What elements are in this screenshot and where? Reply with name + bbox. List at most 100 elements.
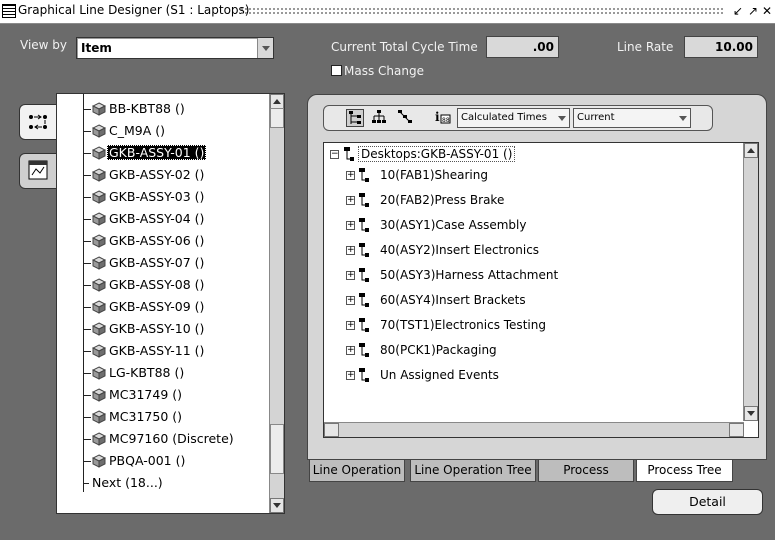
tree-diagonal-icon[interactable] (396, 109, 414, 127)
list-item-label: GKB-ASSY-09 () (109, 299, 205, 314)
minimize-restore-icon[interactable]: ↙ (731, 4, 745, 18)
view-by-label: View by (20, 38, 68, 52)
diagram-icon (28, 160, 48, 180)
tree-connector (83, 351, 91, 352)
detail-button[interactable]: Detail (652, 489, 763, 515)
tree-connector (83, 373, 91, 374)
tree-connector (83, 153, 91, 154)
mass-change-label: Mass Change (344, 64, 424, 78)
tab-line-operation[interactable]: Line Operation (309, 460, 405, 482)
tree-child-node[interactable]: +30(ASY1)Case Assembly (346, 216, 646, 236)
scroll-down-icon[interactable] (744, 406, 758, 421)
tree-horizontal-icon[interactable] (370, 109, 388, 127)
view-by-select[interactable]: Item (76, 37, 274, 59)
process-tree[interactable]: − Desktops:GKB-ASSY-01 () +10(FAB1)Shear… (323, 142, 759, 438)
tree-connector (83, 307, 91, 308)
operation-node-icon (359, 218, 369, 232)
tab-graph-view[interactable] (19, 153, 57, 189)
tree-connector (83, 219, 91, 220)
scroll-thumb-top[interactable] (270, 108, 284, 128)
scroll-thumb[interactable] (270, 424, 284, 474)
tree-connector (83, 175, 91, 176)
info-icon[interactable]: i 88 (434, 109, 452, 127)
list-item-label: GKB-ASSY-07 () (109, 255, 205, 270)
tree-connector (83, 285, 91, 286)
scroll-right-icon[interactable] (729, 423, 744, 437)
operation-node-icon (359, 243, 369, 257)
tab-process-tree[interactable]: Process Tree (636, 460, 733, 482)
list-item-label: LG-KBT88 () (109, 365, 185, 380)
list-item-label: GKB-ASSY-08 () (109, 277, 205, 292)
expand-icon[interactable]: + (346, 371, 355, 380)
list-item-label: PBQA-001 () (109, 453, 186, 468)
tab-process[interactable]: Process (538, 460, 634, 482)
list-item-label: GKB-ASSY-03 () (109, 189, 205, 204)
close-icon[interactable]: ✕ (760, 4, 774, 18)
item-list-scrollbar[interactable] (269, 94, 284, 513)
tree-root-node[interactable]: − Desktops:GKB-ASSY-01 () (328, 145, 578, 165)
item-cube-icon (92, 300, 106, 314)
operation-node-icon (359, 193, 369, 207)
cycle-time-field[interactable]: .00 (486, 36, 559, 58)
list-item-label: GKB-ASSY-02 () (109, 167, 205, 182)
tree-child-node[interactable]: +60(ASY4)Insert Brackets (346, 291, 646, 311)
expand-icon[interactable]: + (346, 296, 355, 305)
operation-node-icon (359, 368, 369, 382)
chevron-down-icon (558, 116, 566, 121)
tree-node-label: 70(TST1)Electronics Testing (380, 318, 546, 332)
tab-label: Process (563, 463, 609, 477)
chevron-down-icon[interactable] (257, 38, 273, 58)
list-item-label: GKB-ASSY-04 () (109, 211, 205, 226)
tab-label: Process Tree (647, 463, 722, 477)
tree-vertical-icon[interactable] (346, 109, 364, 127)
item-list-panel[interactable]: BB-KBT88 () C_M9A () GKB-ASSY-01 () GKB-ASS… (56, 93, 285, 514)
tree-node-label: 50(ASY3)Harness Attachment (380, 268, 559, 282)
tree-node-label: 10(FAB1)Shearing (380, 168, 488, 182)
process-tree-panel: i 88 Calculated Times Current − Desktops:… (307, 94, 767, 460)
tree-connector (83, 483, 89, 484)
tree-horizontal-scrollbar[interactable] (324, 422, 744, 437)
tree-vertical-scrollbar[interactable] (743, 143, 758, 421)
expand-icon[interactable]: + (346, 221, 355, 230)
operation-node-icon (359, 268, 369, 282)
tree-node-label: 60(ASY4)Insert Brackets (380, 293, 526, 307)
list-item-label: C_M9A () (109, 123, 165, 138)
tree-child-node[interactable]: +10(FAB1)Shearing (346, 166, 646, 186)
tree-child-node[interactable]: + Un Assigned Events (346, 366, 646, 386)
expand-icon[interactable]: + (346, 171, 355, 180)
item-cube-icon (92, 278, 106, 292)
scroll-down-icon[interactable] (270, 498, 284, 513)
tree-connector (83, 395, 91, 396)
tab-line-operation-tree[interactable]: Line Operation Tree (410, 460, 536, 482)
tree-child-node[interactable]: +20(FAB2)Press Brake (346, 191, 646, 211)
tree-connector (83, 109, 91, 110)
title-drag-grip[interactable] (240, 7, 724, 16)
item-cube-icon (92, 432, 106, 446)
mass-change-checkbox[interactable] (331, 65, 342, 76)
version-dropdown[interactable]: Current (573, 108, 691, 128)
expand-icon[interactable]: + (346, 346, 355, 355)
expand-icon[interactable]: + (346, 196, 355, 205)
tree-child-node[interactable]: +70(TST1)Electronics Testing (346, 316, 646, 336)
collapse-icon[interactable]: − (330, 150, 339, 159)
expand-icon[interactable]: + (346, 271, 355, 280)
tree-child-node[interactable]: +40(ASY2)Insert Electronics (346, 241, 646, 261)
operation-node-icon (359, 318, 369, 332)
scroll-up-icon[interactable] (270, 94, 284, 109)
tree-child-node[interactable]: +80(PCK1)Packaging (346, 341, 646, 361)
tree-connector (83, 417, 91, 418)
scroll-up-icon[interactable] (744, 143, 758, 158)
tree-connector (83, 241, 91, 242)
line-rate-field[interactable]: 10.00 (684, 36, 758, 58)
item-cube-icon (92, 190, 106, 204)
tab-flow-view[interactable] (19, 104, 57, 140)
scroll-left-icon[interactable] (324, 423, 339, 437)
times-dropdown[interactable]: Calculated Times (457, 108, 570, 128)
expand-icon[interactable]: + (346, 321, 355, 330)
item-cube-icon (92, 212, 106, 226)
expand-icon[interactable]: + (346, 246, 355, 255)
tree-child-node[interactable]: +50(ASY3)Harness Attachment (346, 266, 646, 286)
tab-label: Line Operation (312, 463, 402, 477)
maximize-icon[interactable]: ↗ (746, 4, 760, 18)
chevron-down-icon (679, 116, 687, 121)
